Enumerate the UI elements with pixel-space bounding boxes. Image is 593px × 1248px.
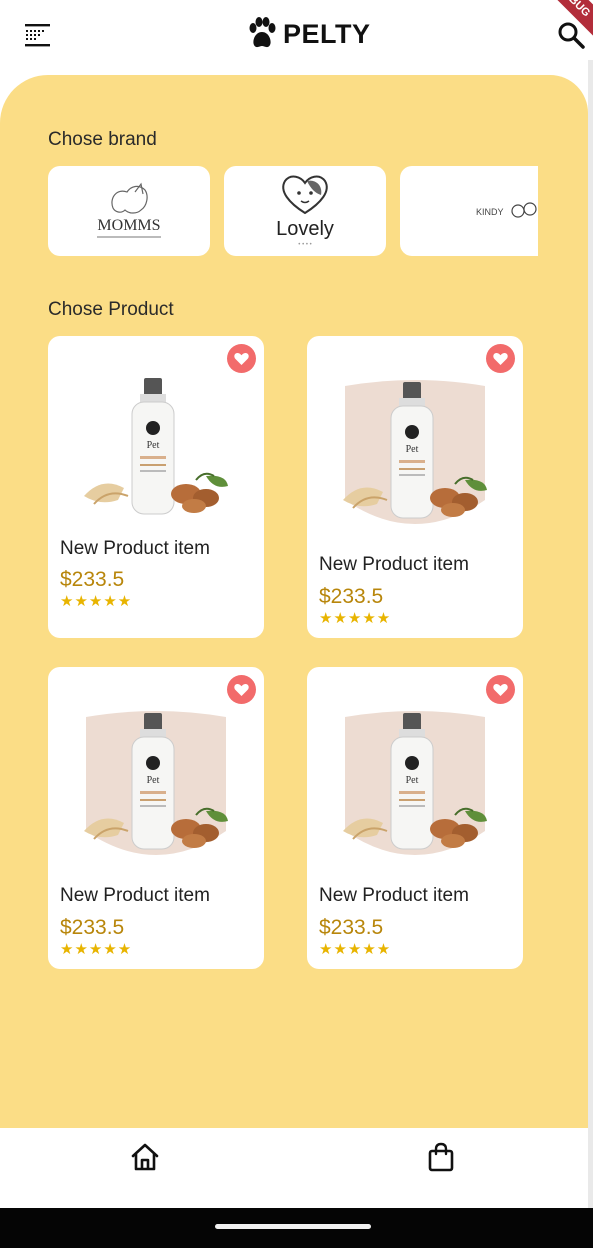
product-name: New Product item [319, 554, 469, 575]
app-bar: PELTY DEBUG [0, 0, 593, 74]
product-price: $233.5 [60, 916, 125, 939]
product-image [83, 377, 229, 515]
brand-logo-momms: MOMMS [97, 182, 161, 238]
brand-card-lovely[interactable]: Lovely • • • • [224, 166, 386, 256]
heart-icon [234, 352, 249, 365]
product-image [342, 711, 488, 855]
product-price: $233.5 [60, 568, 125, 591]
favorite-button[interactable] [486, 675, 515, 704]
app-logo: PELTY [247, 16, 371, 52]
svg-text:• • • •: • • • • [298, 242, 311, 248]
product-card[interactable]: New Product item $233.5 ★★★★★ [307, 336, 523, 638]
brand-logo-kindy: KINDY [476, 202, 537, 218]
favorite-button[interactable] [227, 344, 256, 373]
home-icon[interactable] [130, 1142, 160, 1172]
paw-icon [249, 17, 276, 48]
favorite-button[interactable] [486, 344, 515, 373]
product-name: New Product item [60, 885, 210, 906]
favorite-button[interactable] [227, 675, 256, 704]
shopping-bag-icon[interactable] [426, 1142, 456, 1172]
product-section-title: Chose Product [48, 299, 174, 320]
product-card[interactable]: New Product item $233.5 ★★★★★ [48, 336, 264, 638]
bottom-navigation [0, 1128, 588, 1208]
brand-card-momms[interactable]: MOMMS [48, 166, 210, 256]
product-image [83, 711, 229, 855]
product-price: $233.5 [319, 916, 384, 939]
product-image [342, 380, 488, 524]
product-name: New Product item [60, 538, 210, 559]
brand-card-kindy[interactable]: KINDY [400, 166, 538, 256]
menu-icon[interactable] [24, 22, 51, 49]
brand-logo-lovely: Lovely • • • • [276, 175, 334, 248]
product-card[interactable]: New Product item $233.5 ★★★★★ [307, 667, 523, 969]
brand-section-title: Chose brand [48, 129, 157, 150]
brand-name-lovely: Lovely [276, 218, 334, 240]
brand-name-kindy: KINDY [476, 207, 504, 217]
product-name: New Product item [319, 885, 469, 906]
home-indicator[interactable] [215, 1224, 371, 1229]
heart-icon [234, 683, 249, 696]
product-card[interactable]: New Product item $233.5 ★★★★★ [48, 667, 264, 969]
rating-stars: ★★★★★ [319, 941, 392, 958]
heart-icon [493, 352, 508, 365]
app-title: PELTY [283, 18, 371, 49]
rating-stars: ★★★★★ [60, 941, 133, 958]
brand-name-momms: MOMMS [97, 217, 160, 234]
rating-stars: ★★★★★ [319, 610, 392, 627]
rating-stars: ★★★★★ [60, 593, 133, 610]
product-price: $233.5 [319, 585, 384, 608]
panel-edge [588, 60, 593, 1210]
heart-icon [493, 683, 508, 696]
system-navigation-bar [0, 1208, 593, 1248]
